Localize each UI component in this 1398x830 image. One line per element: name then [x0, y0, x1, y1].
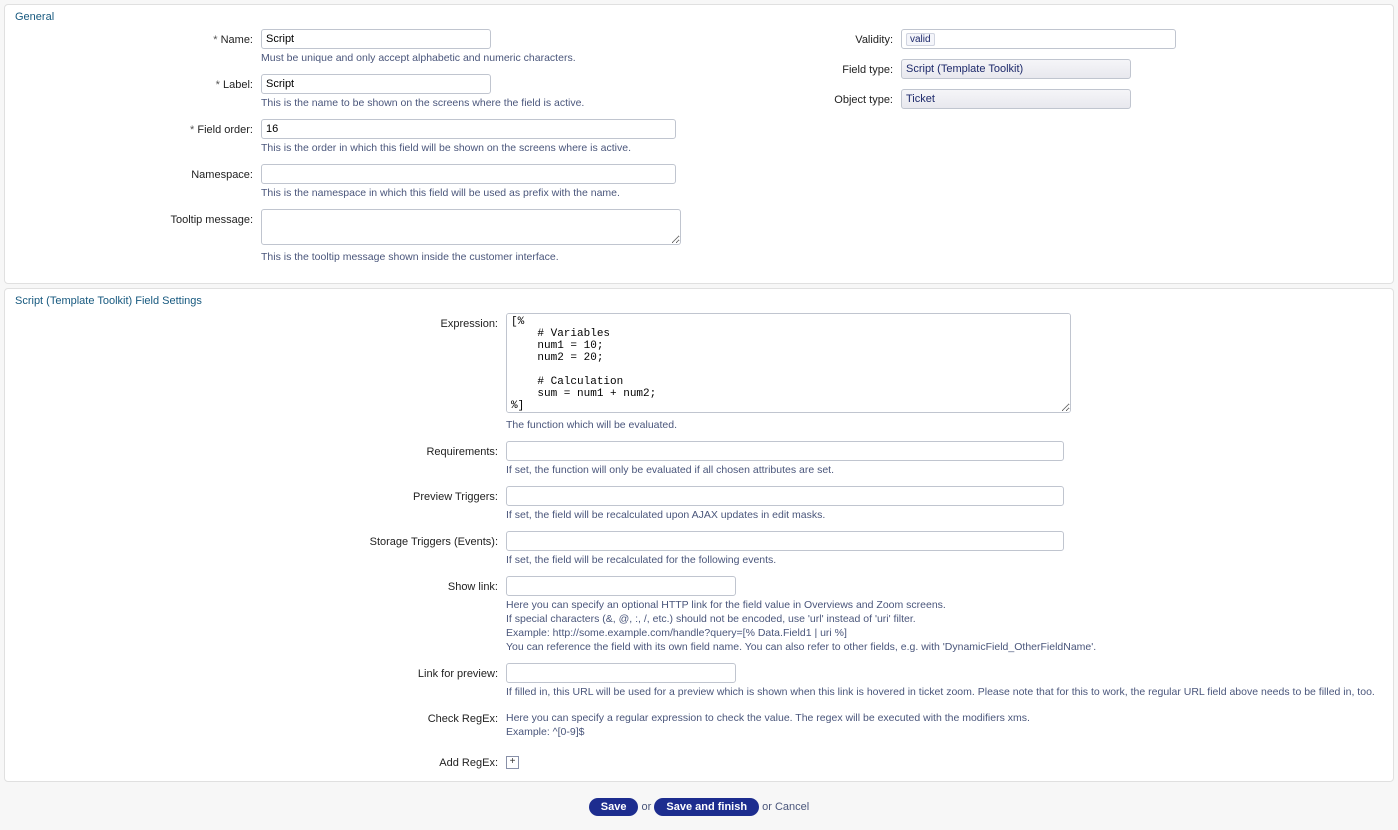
storage-triggers-input[interactable]: [506, 531, 1064, 551]
tooltip-textarea[interactable]: [261, 209, 681, 245]
add-regex-button[interactable]: +: [506, 756, 519, 769]
show-link-hint2: If special characters (&, @, :, /, etc.)…: [506, 613, 1387, 625]
save-button[interactable]: Save: [589, 798, 639, 816]
general-title: General: [11, 9, 1387, 29]
namespace-input[interactable]: [261, 164, 676, 184]
field-type-label: Field type:: [701, 59, 901, 79]
settings-panel: Script (Template Toolkit) Field Settings…: [4, 288, 1394, 782]
tooltip-hint: This is the tooltip message shown inside…: [261, 251, 681, 263]
link-preview-label: Link for preview:: [11, 663, 506, 706]
link-preview-hint: If filled in, this URL will be used for …: [506, 686, 1387, 698]
requirements-input[interactable]: [506, 441, 1064, 461]
storage-triggers-hint: If set, the field will be recalculated f…: [506, 554, 1387, 566]
field-order-input[interactable]: [261, 119, 676, 139]
show-link-hint1: Here you can specify an optional HTTP li…: [506, 599, 1387, 611]
settings-title: Script (Template Toolkit) Field Settings: [11, 293, 1387, 313]
object-type-value: Ticket: [901, 89, 1131, 109]
show-link-hint4: You can reference the field with its own…: [506, 641, 1387, 653]
namespace-label: Namespace:: [11, 164, 261, 207]
show-link-input[interactable]: [506, 576, 736, 596]
add-regex-label: Add RegEx:: [11, 752, 506, 769]
storage-triggers-label: Storage Triggers (Events):: [11, 531, 506, 574]
general-panel: General Name: Must be unique and only ac…: [4, 4, 1394, 284]
requirements-hint: If set, the function will only be evalua…: [506, 464, 1387, 476]
plus-icon: +: [510, 757, 516, 767]
label-hint: This is the name to be shown on the scre…: [261, 97, 681, 109]
cancel-link[interactable]: Cancel: [775, 801, 809, 813]
expression-label: Expression:: [11, 313, 506, 439]
tooltip-label: Tooltip message:: [11, 209, 261, 271]
check-regex-hint1: Here you can specify a regular expressio…: [506, 712, 1387, 724]
save-and-finish-button[interactable]: Save and finish: [654, 798, 759, 816]
name-label: Name:: [11, 29, 261, 72]
validity-value: valid: [906, 33, 935, 46]
footer-actions: Save or Save and finish or Cancel: [0, 786, 1398, 830]
check-regex-label: Check RegEx:: [11, 708, 506, 746]
label-input[interactable]: [261, 74, 491, 94]
name-input[interactable]: [261, 29, 491, 49]
requirements-label: Requirements:: [11, 441, 506, 484]
namespace-hint: This is the namespace in which this fiel…: [261, 187, 681, 199]
field-order-hint: This is the order in which this field wi…: [261, 142, 681, 154]
field-order-label: Field order:: [11, 119, 261, 162]
field-type-value: Script (Template Toolkit): [901, 59, 1131, 79]
preview-triggers-hint: If set, the field will be recalculated u…: [506, 509, 1387, 521]
object-type-label: Object type:: [701, 89, 901, 109]
preview-triggers-label: Preview Triggers:: [11, 486, 506, 529]
label-label: Label:: [11, 74, 261, 117]
or-text-2: or: [762, 801, 772, 813]
or-text-1: or: [642, 801, 652, 813]
validity-select[interactable]: valid: [901, 29, 1176, 49]
show-link-label: Show link:: [11, 576, 506, 661]
validity-label: Validity:: [701, 29, 901, 49]
preview-triggers-input[interactable]: [506, 486, 1064, 506]
expression-textarea[interactable]: [506, 313, 1071, 413]
name-hint: Must be unique and only accept alphabeti…: [261, 52, 681, 64]
link-preview-input[interactable]: [506, 663, 736, 683]
check-regex-hint2: Example: ^[0-9]$: [506, 726, 1387, 738]
expression-hint: The function which will be evaluated.: [506, 419, 1387, 431]
show-link-hint3: Example: http://some.example.com/handle?…: [506, 627, 1387, 639]
